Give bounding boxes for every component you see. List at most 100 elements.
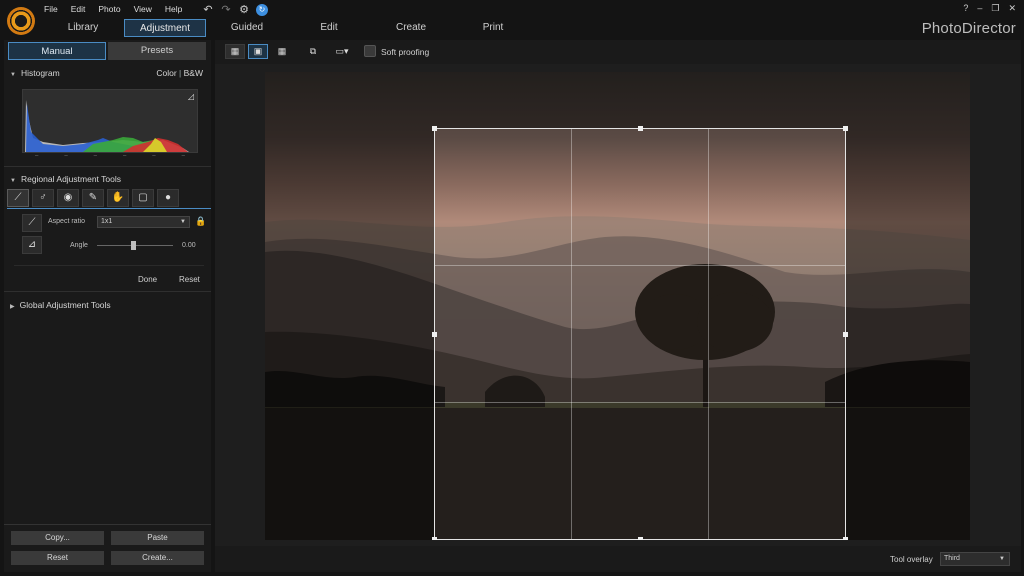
crop-grid-line <box>435 265 845 266</box>
crop-mask-left <box>265 72 434 540</box>
crop-icon[interactable]: ⟋ <box>22 214 42 232</box>
tab-presets[interactable]: Presets <box>108 42 206 60</box>
tab-adjustment[interactable]: Adjustment <box>124 19 206 37</box>
compare-icon[interactable]: ⧉ <box>303 44 323 59</box>
histogram-axis: – – – – – – <box>22 153 198 163</box>
menu-help[interactable]: Help <box>165 4 182 14</box>
histogram-separator: | <box>179 68 182 78</box>
tab-print[interactable]: Print <box>452 19 534 37</box>
quick-icons: ↶ ↷ ⚙ ↻ <box>202 3 268 16</box>
window-controls: ? – ❐ ✕ <box>963 3 1016 14</box>
collapse-triangle-icon: ▼ <box>10 178 16 184</box>
tool-row-underline <box>7 208 211 209</box>
divider <box>4 166 211 167</box>
angle-value: 0.00 <box>182 242 196 249</box>
rectangle-mask-icon[interactable]: ▢ <box>132 189 154 207</box>
restore-button[interactable]: ❐ <box>991 3 999 14</box>
tab-create[interactable]: Create <box>370 19 452 37</box>
canvas-bottom-bar: Tool overlay Third ▼ <box>215 546 1021 572</box>
histogram-color-option[interactable]: Color <box>156 68 176 78</box>
photo-canvas <box>215 64 1021 546</box>
brand-name: PhotoDirector <box>921 20 1016 37</box>
straighten-icon[interactable]: ⊿ <box>22 236 42 254</box>
tool-overlay-select[interactable]: Third ▼ <box>940 552 1010 566</box>
crop-grid-line <box>435 402 845 403</box>
paste-button[interactable]: Paste <box>111 531 204 545</box>
photo-image[interactable] <box>265 72 970 540</box>
axis-mark: – <box>181 153 185 159</box>
divider <box>14 265 204 266</box>
tab-manual[interactable]: Manual <box>8 42 106 60</box>
brush-icon[interactable]: ✎ <box>82 189 104 207</box>
crop-frame[interactable] <box>432 126 848 540</box>
crop-handle-top-left[interactable] <box>432 126 437 131</box>
aspect-ratio-select[interactable]: 1x1 ▼ <box>97 216 190 228</box>
panel-tabs: Manual Presets <box>8 42 206 60</box>
divider <box>4 524 211 525</box>
aspect-ratio-value: 1x1 <box>101 218 113 225</box>
minimize-button[interactable]: – <box>977 3 982 14</box>
histogram-header[interactable]: ▼ Histogram Color | B&W <box>4 64 211 82</box>
menu-photo[interactable]: Photo <box>98 4 120 14</box>
global-tools-title: Global Adjustment Tools <box>19 300 111 310</box>
lock-icon[interactable]: 🔒 <box>195 216 206 227</box>
menu-view[interactable]: View <box>134 4 152 14</box>
single-view-icon[interactable]: ▣ <box>248 44 268 59</box>
crop-handle-top[interactable] <box>638 126 643 131</box>
tab-library[interactable]: Library <box>42 19 124 37</box>
tool-overlay-label: Tool overlay <box>890 555 933 564</box>
soft-proofing-checkbox[interactable] <box>364 45 376 57</box>
menu-edit[interactable]: Edit <box>71 4 86 14</box>
global-tools-header[interactable]: ▶ Global Adjustment Tools <box>4 296 211 314</box>
menu-file[interactable]: File <box>44 4 58 14</box>
crop-handle-bottom[interactable] <box>638 537 643 540</box>
create-button[interactable]: Create... <box>111 551 204 565</box>
done-button[interactable]: Done <box>138 275 157 284</box>
histogram-bw-option[interactable]: B&W <box>184 68 203 78</box>
before-after-icon[interactable]: ▦ <box>225 44 245 59</box>
axis-mark: – <box>34 153 39 159</box>
tab-guided[interactable]: Guided <box>206 19 288 37</box>
crop-handle-bottom-right[interactable] <box>843 537 848 540</box>
view-toolbar: ▦ ▣ ▦ ⧉ ▭▾ Soft proofing <box>215 40 1021 64</box>
reset-crop-button[interactable]: Reset <box>179 275 200 284</box>
axis-mark: – <box>152 153 156 159</box>
copy-button[interactable]: Copy... <box>11 531 104 545</box>
histogram-graph: ◿ <box>22 89 198 153</box>
undo-icon[interactable]: ↶ <box>202 3 214 16</box>
clipping-warning-icon[interactable]: ◿ <box>188 92 194 101</box>
reset-button[interactable]: Reset <box>11 551 104 565</box>
axis-mark: – <box>122 153 127 159</box>
display-mode-icon[interactable]: ▭▾ <box>332 44 352 59</box>
red-eye-icon[interactable]: ◉ <box>57 189 79 207</box>
crop-handle-right[interactable] <box>843 332 848 337</box>
chevron-down-icon: ▼ <box>180 219 186 225</box>
close-button[interactable]: ✕ <box>1008 3 1016 14</box>
crop-grid-line <box>708 129 709 539</box>
regional-tools-header[interactable]: ▼ Regional Adjustment Tools <box>4 170 211 188</box>
mode-tabs: Library Adjustment Guided Edit Create Pr… <box>42 19 534 37</box>
settings-icon[interactable]: ⚙ <box>238 3 250 16</box>
help-button[interactable]: ? <box>963 3 968 14</box>
grid-view-icon[interactable]: ▦ <box>272 44 292 59</box>
collapse-triangle-icon: ▼ <box>10 72 16 78</box>
histogram-title: Histogram <box>20 68 60 78</box>
crop-handle-top-right[interactable] <box>843 126 848 131</box>
regional-tool-row: ⟋ ♂ ◉ ✎ ✋ ▢ ● <box>7 189 179 207</box>
angle-slider-handle[interactable] <box>131 241 136 250</box>
upgrade-icon[interactable]: ↻ <box>256 3 268 16</box>
expand-triangle-icon: ▶ <box>10 304 15 310</box>
tool-overlay-value: Third <box>944 555 960 562</box>
graduated-filter-icon[interactable]: ✋ <box>107 189 129 207</box>
redo-icon[interactable]: ↷ <box>220 3 232 16</box>
crop-handle-left[interactable] <box>432 332 437 337</box>
crop-tool-icon[interactable]: ⟋ <box>7 189 29 207</box>
angle-label: Angle <box>70 242 88 249</box>
tab-edit[interactable]: Edit <box>288 19 370 37</box>
spot-removal-icon[interactable]: ♂ <box>32 189 54 207</box>
axis-mark: – <box>64 153 68 159</box>
crop-handle-bottom-left[interactable] <box>432 537 437 540</box>
aspect-ratio-label: Aspect ratio <box>48 218 85 225</box>
radial-filter-icon[interactable]: ● <box>157 189 179 207</box>
crop-grid-line <box>571 129 572 539</box>
